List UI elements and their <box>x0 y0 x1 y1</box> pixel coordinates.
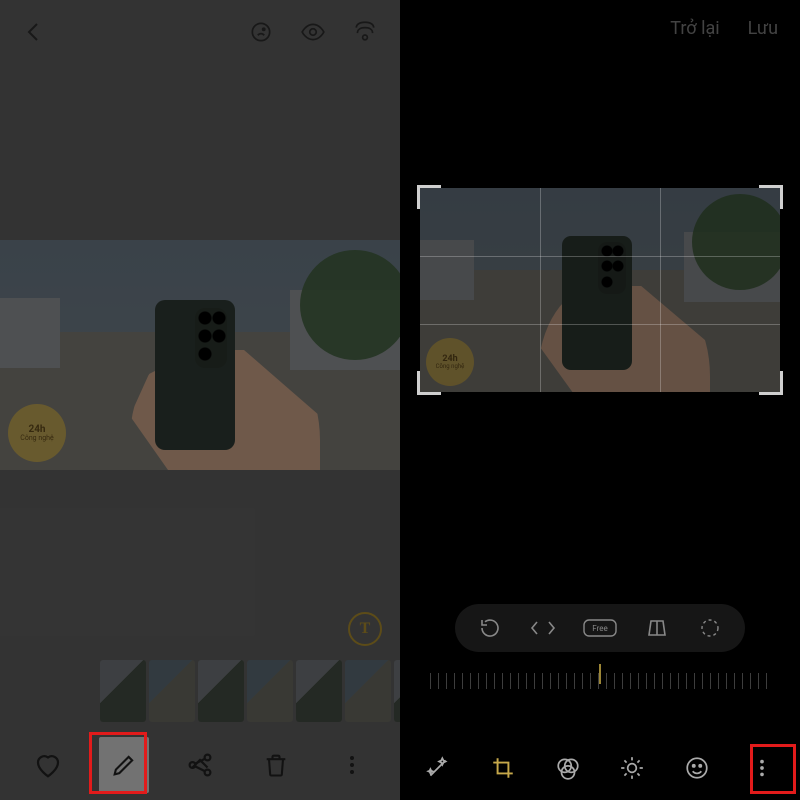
more-button[interactable] <box>740 746 784 790</box>
editor-back-link[interactable]: Trở lại <box>670 18 719 39</box>
text-extract-badge[interactable]: T <box>348 612 382 646</box>
main-photo[interactable]: 24h Công nghệ <box>0 240 400 470</box>
delete-button[interactable] <box>251 740 301 790</box>
back-icon[interactable] <box>22 20 46 44</box>
rotate-button[interactable] <box>473 611 507 645</box>
crop-tools-pill: Free <box>455 604 745 652</box>
bixby-vision-icon[interactable] <box>248 19 274 45</box>
visibility-icon[interactable] <box>300 19 326 45</box>
thumbnail-item[interactable] <box>100 660 146 722</box>
thumbnail-strip[interactable] <box>100 660 400 722</box>
crop-photo: 24h Công nghệ <box>420 188 780 392</box>
smart-view-icon[interactable] <box>352 19 378 45</box>
sticker-tab-button[interactable] <box>675 746 719 790</box>
crop-handle-br[interactable] <box>759 371 783 395</box>
crop-handle-tr[interactable] <box>759 185 783 209</box>
filters-tab-button[interactable] <box>546 746 590 790</box>
rotation-ruler[interactable] <box>430 666 770 696</box>
crop-handle-tl[interactable] <box>417 185 441 209</box>
aspect-ratio-label: Free <box>592 624 607 633</box>
favorite-button[interactable] <box>23 740 73 790</box>
thumbnail-item[interactable] <box>198 660 244 722</box>
viewer-topbar <box>0 0 400 64</box>
thumbnail-item[interactable] <box>345 660 391 722</box>
text-extract-letter: T <box>360 620 371 638</box>
gallery-viewer-screen: 24h Công nghệ T <box>0 0 400 800</box>
ruler-center-mark <box>599 664 601 684</box>
editor-topbar: Trở lại Lưu <box>400 0 800 56</box>
aspect-ratio-button[interactable]: Free <box>578 611 622 645</box>
auto-enhance-button[interactable] <box>416 746 460 790</box>
crop-tab-button[interactable] <box>481 746 525 790</box>
watermark-text: 24h <box>28 425 45 435</box>
editor-bottombar <box>400 736 800 800</box>
photo-editor-screen: Trở lại Lưu 24h Công nghệ <box>400 0 800 800</box>
thumbnail-item[interactable] <box>149 660 195 722</box>
crop-grid-line <box>660 188 661 392</box>
share-button[interactable] <box>175 740 225 790</box>
thumbnail-item[interactable] <box>296 660 342 722</box>
crop-handle-bl[interactable] <box>417 371 441 395</box>
crop-grid-line <box>420 324 780 325</box>
viewer-bottombar <box>0 730 400 800</box>
more-button-left[interactable] <box>327 740 377 790</box>
edit-button[interactable] <box>99 737 149 793</box>
thumbnail-item[interactable] <box>247 660 293 722</box>
perspective-button[interactable] <box>640 611 674 645</box>
adjust-tab-button[interactable] <box>610 746 654 790</box>
flip-button[interactable] <box>526 611 560 645</box>
lasso-button[interactable] <box>693 611 727 645</box>
editor-save-link[interactable]: Lưu <box>748 18 778 39</box>
watermark-badge: 24h Công nghệ <box>8 404 66 462</box>
watermark-sub: Công nghệ <box>436 364 465 370</box>
watermark-sub: Công nghệ <box>20 435 53 442</box>
crop-canvas[interactable]: 24h Công nghệ <box>420 188 780 392</box>
crop-grid-line <box>540 188 541 392</box>
crop-grid-line <box>420 256 780 257</box>
